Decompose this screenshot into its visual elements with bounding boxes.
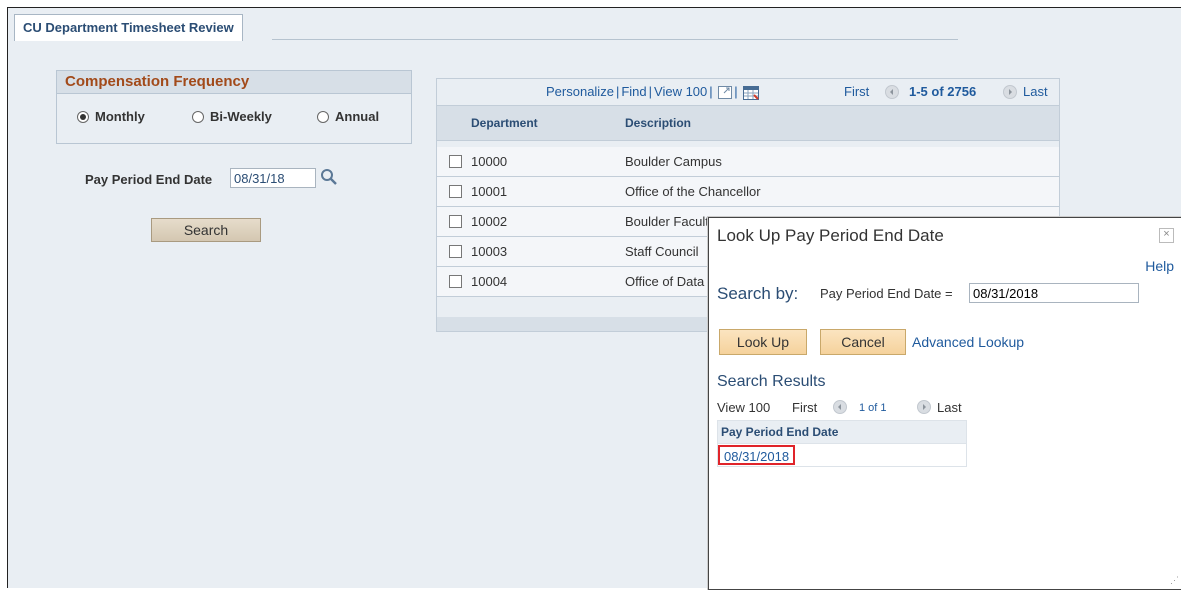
compensation-frequency-title: Compensation Frequency xyxy=(57,71,411,94)
column-header-description[interactable]: Description xyxy=(625,116,691,130)
row-checkbox[interactable] xyxy=(449,155,462,168)
results-range: 1 of 1 xyxy=(859,402,887,414)
lookup-modal: Look Up Pay Period End Date × Help Searc… xyxy=(708,217,1181,590)
find-link[interactable]: Find xyxy=(621,84,646,99)
previous-arrow-icon[interactable] xyxy=(885,85,899,99)
help-link[interactable]: Help xyxy=(1145,258,1174,274)
result-link-pay-period-end-date[interactable]: 08/31/2018 xyxy=(718,445,796,465)
department-cell: 10000 xyxy=(471,154,508,169)
results-view-100-link[interactable]: View 100 xyxy=(717,396,770,420)
pay-period-end-date-input[interactable] xyxy=(230,168,316,188)
search-field-label: Pay Period End Date = xyxy=(820,286,953,301)
last-link[interactable]: Last xyxy=(1023,79,1048,105)
description-cell: Boulder Facult xyxy=(625,214,709,229)
search-by-label: Search by: xyxy=(717,284,799,303)
radio-monthly[interactable]: Monthly xyxy=(77,109,145,124)
results-last-link[interactable]: Last xyxy=(937,396,962,420)
results-column-header: Pay Period End Date xyxy=(717,420,967,444)
separator: | xyxy=(734,84,738,99)
column-header-department[interactable]: Department xyxy=(471,116,538,130)
row-checkbox[interactable] xyxy=(449,245,462,258)
search-button[interactable]: Search xyxy=(151,218,261,242)
search-by-input[interactable] xyxy=(969,283,1139,303)
department-cell: 10004 xyxy=(471,274,508,289)
first-link[interactable]: First xyxy=(844,79,869,105)
close-icon[interactable]: × xyxy=(1159,228,1174,243)
description-cell: Boulder Campus xyxy=(625,154,722,169)
radio-button-selected[interactable] xyxy=(77,110,89,123)
download-spreadsheet-icon[interactable] xyxy=(743,85,760,100)
separator: | xyxy=(648,84,653,99)
table-row: 08/31/2018 xyxy=(717,444,967,467)
table-row: 10000 Boulder Campus xyxy=(437,147,1059,177)
radio-annual[interactable]: Annual xyxy=(317,109,379,124)
results-navigation: View 100 First 1 of 1 Last xyxy=(717,396,967,420)
resize-grip-icon[interactable]: ⋰ xyxy=(1170,575,1179,586)
compensation-frequency-group: Compensation Frequency Monthly Bi-Weekly… xyxy=(56,70,412,144)
next-arrow-icon[interactable] xyxy=(917,400,931,414)
row-checkbox[interactable] xyxy=(449,215,462,228)
advanced-lookup-link[interactable]: Advanced Lookup xyxy=(912,334,1024,350)
radio-bi-weekly[interactable]: Bi-Weekly xyxy=(192,109,272,124)
department-cell: 10001 xyxy=(471,184,508,199)
tab-cu-department-timesheet-review[interactable]: CU Department Timesheet Review xyxy=(14,14,243,41)
description-cell: Office of the Chancellor xyxy=(625,184,761,199)
view-100-link[interactable]: View 100 xyxy=(654,84,707,99)
pay-period-end-date-label: Pay Period End Date xyxy=(85,172,213,187)
radio-button[interactable] xyxy=(192,110,204,123)
personalize-link[interactable]: Personalize xyxy=(546,84,614,99)
radio-label: Monthly xyxy=(95,109,145,124)
previous-arrow-icon[interactable] xyxy=(833,400,847,414)
results-first-link[interactable]: First xyxy=(792,396,817,420)
cancel-button[interactable]: Cancel xyxy=(820,329,906,355)
radio-label: Bi-Weekly xyxy=(210,109,272,124)
radio-button[interactable] xyxy=(317,110,329,123)
look-up-button[interactable]: Look Up xyxy=(719,329,807,355)
department-cell: 10002 xyxy=(471,214,508,229)
grid-range: 1-5 of 2756 xyxy=(909,84,977,99)
grid-header: Department Description xyxy=(437,105,1059,141)
separator: | xyxy=(709,84,713,99)
search-icon[interactable] xyxy=(320,168,338,186)
description-cell: Staff Council xyxy=(625,244,699,259)
search-results-title: Search Results xyxy=(717,373,826,390)
tab-divider xyxy=(272,39,958,40)
zoom-icon[interactable] xyxy=(718,86,733,100)
search-results-grid: View 100 First 1 of 1 Last Pay Period En… xyxy=(717,396,967,467)
description-cell: Office of Data xyxy=(625,274,705,289)
radio-label: Annual xyxy=(335,109,380,124)
department-cell: 10003 xyxy=(471,244,508,259)
modal-title: Look Up Pay Period End Date xyxy=(717,226,944,245)
table-row: 10001 Office of the Chancellor xyxy=(437,177,1059,207)
separator: | xyxy=(615,84,620,99)
grid-navigation: Personalize | Find | View 100 | | First 1-5 o… xyxy=(437,79,1059,105)
next-arrow-icon[interactable] xyxy=(1003,85,1017,99)
row-checkbox[interactable] xyxy=(449,275,462,288)
row-checkbox[interactable] xyxy=(449,185,462,198)
